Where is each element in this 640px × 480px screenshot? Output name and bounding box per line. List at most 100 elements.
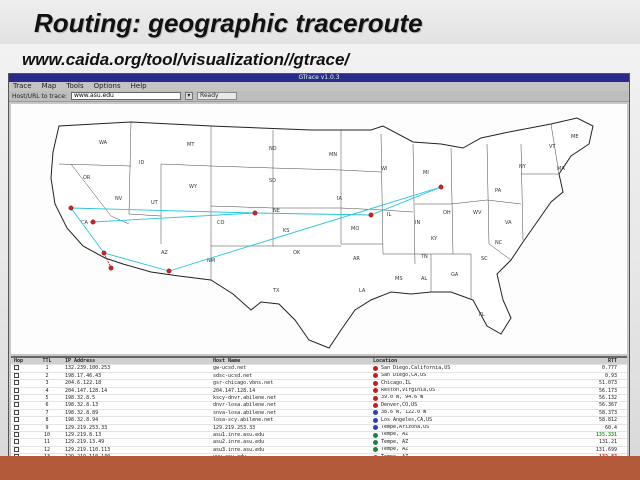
hop-node[interactable] [368,212,374,218]
state-label-ut: UT [151,200,159,206]
cell-location: Tempe, AZ [369,432,549,438]
table-row[interactable]: 4 204.147.128.14 204.147.128.14 Reston,Virg… [11,387,627,395]
table-row[interactable]: 7 198.32.8.89 snva-losa.abilene.net 38.6 N,… [11,409,627,418]
row-checkbox[interactable] [14,417,19,423]
row-checkbox[interactable] [14,372,19,378]
menu-tools[interactable]: Tools [66,82,83,91]
cell-ttl: 10 [43,431,51,438]
table-row[interactable]: 8 198.32.8.94 losa-scy.abilene.net Los Ange… [11,417,627,425]
col-hop[interactable]: Hop [11,358,33,364]
cell-ip: 198.17.46.43 [65,372,102,379]
cell-ttl: 2 [45,372,49,379]
table-row[interactable]: 12 129.219.110.113 asu3.inre.asu.edu Tempe,… [11,446,627,455]
cell-location: San Diego,California,US [369,365,549,372]
table-row[interactable]: 5 198.32.8.5 kscy-dnvr.abilene.net 39.0 N, … [11,394,627,403]
table-row[interactable]: 6 198.32.8.13 dnvr-losa.abilene.net Denver,… [11,402,627,410]
table-row[interactable]: 9 129.219.253.33 129.219.253.33 Tempe,Arizo… [11,424,627,432]
state-label-co: CO [217,220,224,226]
state-label-id: ID [139,160,144,166]
row-checkbox[interactable] [14,387,19,393]
slide-subtitle-url: www.caida.org/tool/visualization//gtrace… [22,50,350,69]
us-map[interactable]: WA OR CA NV ID MT WY UT AZ CO NM ND SD NE KS OK TX MN IA MO… [11,104,627,354]
hop-node[interactable] [68,205,74,211]
hop-node[interactable] [101,250,107,256]
hop-node[interactable] [252,210,258,216]
cell-rtt: 0.93 [604,372,617,379]
hop-node[interactable] [108,265,114,271]
cell-ttl: 1 [45,365,49,372]
table-row[interactable]: 10 129.219.8.13 asu1.inre.asu.edu Tempe, AZ… [11,431,627,440]
table-row[interactable]: 11 129.219.13.49 asu2.inre.asu.edu Tempe, A… [11,439,627,447]
cell-rtt: 131.21 [598,439,617,446]
cell-location: Tempe, AZ [369,447,549,453]
location-text: 39.0 N, 94.6 W [381,394,424,401]
table-row[interactable]: 2 198.17.46.43 sdsc-ucsd.net San Diego,CA,U… [11,372,627,381]
location-text: 38.6 N, 122.0 W [381,409,427,416]
cell-ip: 198.32.8.89 [65,409,99,416]
row-checkbox[interactable] [14,402,19,408]
row-checkbox-cell [11,380,33,386]
cell-hostname: 204.147.128.14 [213,387,256,394]
state-label-me: ME [571,134,578,140]
state-label-ar: AR [353,256,360,262]
row-checkbox[interactable] [14,380,19,386]
row-checkbox-cell [11,409,33,416]
menu-map[interactable]: Map [42,82,57,91]
host-input[interactable]: www.asu.edu [70,92,181,100]
cell-rtt: 58.373 [598,409,617,416]
row-checkbox[interactable] [14,409,19,415]
state-label-mo: MO [351,226,359,232]
state-label-il: IL [387,212,391,218]
cell-ttl: 8 [45,417,49,424]
row-checkbox[interactable] [14,439,19,445]
state-label-tn: TN [420,254,428,260]
table-row[interactable]: 1 132.239.100.253 gw-ucsd.net San Diego,Cal… [11,365,627,373]
col-ttl[interactable]: TTL [33,358,61,364]
cell-ip: 198.32.8.13 [65,402,99,409]
row-checkbox[interactable] [14,431,19,437]
hop-node[interactable] [90,219,96,225]
row-checkbox[interactable] [14,424,19,430]
menu-help[interactable]: Help [131,82,147,91]
cell-location: Los Angeles,CA,US [369,417,549,423]
col-hostname[interactable]: Host Name [209,358,369,364]
row-checkbox[interactable] [14,394,19,400]
cell-ip: 129.219.110.113 [65,446,111,453]
cell-location: 39.0 N, 94.6 W [369,395,549,401]
cell-rtt: 56.173 [598,387,617,394]
state-label-mi: MI [423,170,429,176]
cell-hostname: sdsc-ucsd.net [213,372,253,379]
cell-rtt: 60.4 [604,424,617,431]
cell-ttl: 6 [45,402,49,409]
host-label: Host/URL to trace: [12,92,67,100]
cell-hostname: gsr-chicago.vbns.net [213,380,274,387]
cell-hostname: asu1.inre.asu.edu [213,431,265,438]
row-checkbox-cell [11,417,33,423]
state-label-mn: MN [329,152,337,158]
menu-options[interactable]: Options [94,82,121,91]
menu-trace[interactable]: Trace [13,82,32,91]
state-label-oh: OH [443,210,451,216]
state-label-la: LA [359,288,366,294]
location-dot-icon [373,447,378,453]
row-checkbox[interactable] [14,446,19,452]
state-label-ks: KS [283,228,289,234]
table-row[interactable]: 3 204.6.122.18 gsr-chicago.vbns.net Chicago… [11,380,627,388]
state-label-or: OR [83,175,91,181]
col-ip[interactable]: IP Address [61,358,209,364]
col-location[interactable]: Location [369,358,549,364]
row-checkbox[interactable] [14,365,19,371]
hop-node[interactable] [166,268,172,274]
location-dot-icon [373,395,378,401]
cell-ip: 204.147.128.14 [65,387,108,394]
state-label-sc: SC [481,256,488,262]
hop-node[interactable] [438,184,444,190]
location-text: Tempe, AZ [381,431,409,438]
location-text: Reston,Virginia,US [381,387,436,394]
cell-hostname: kscy-dnvr.abilene.net [213,394,277,401]
chevron-down-icon[interactable]: ▾ [184,92,193,100]
state-label-in: IN [415,220,420,226]
col-rtt[interactable]: RTT [549,358,627,364]
row-checkbox-cell [11,431,33,438]
table-header: Hop TTL IP Address Host Name Location RT… [11,358,627,366]
